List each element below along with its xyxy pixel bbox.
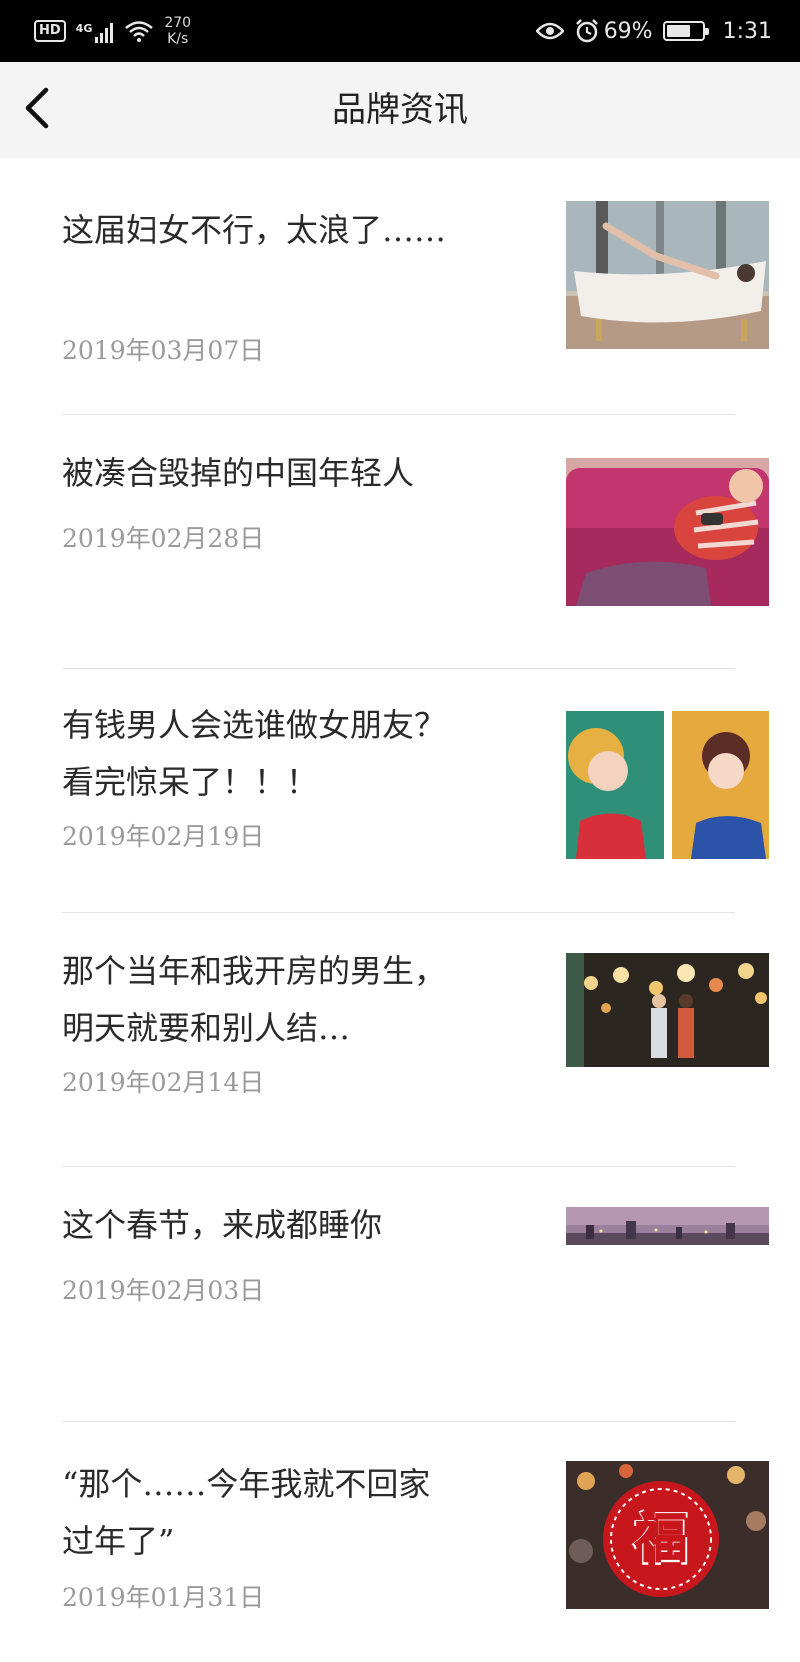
article-thumbnail [566,1207,769,1245]
two-women-illustration [566,711,769,859]
article-date: 2019年03月07日 [62,336,265,365]
list-item[interactable]: 这个春节，来成都睡你 2019年02月03日 [0,1167,800,1421]
article-title: 被凑合毁掉的中国年轻人 [62,454,415,492]
couch-illustration [566,458,769,606]
list-item[interactable]: 被凑合毁掉的中国年轻人 2019年02月28日 [0,415,800,668]
eye-icon [535,22,564,40]
article-date: 2019年02月14日 [62,1068,265,1097]
status-bar: HD 4G 270 K/s 69% 1:31 [0,0,800,62]
article-title: “那个……今年我就不回家过年了” [62,1465,431,1560]
navigation-bar: 品牌资讯 [0,62,800,158]
network-speed-unit: K/s [167,31,189,47]
article-date: 2019年02月03日 [62,1276,265,1305]
bathtub-photo [566,201,769,349]
battery-fill [666,25,691,37]
list-item[interactable]: 有钱男人会选谁做女朋友？看完惊呆了！！！ 2019年02月19日 [0,669,800,912]
article-title: 有钱男人会选谁做女朋友？看完惊呆了！！！ [62,706,447,801]
article-thumbnail [566,458,769,606]
article-thumbnail: 福 福 [566,1461,769,1609]
alarm-icon [575,19,598,43]
network-speed: 270 K/s [164,15,191,47]
article-title: 那个当年和我开房的男生，明天就要和别人结… [62,952,447,1047]
article-thumbnail [566,711,769,859]
svg-text:福: 福 [633,1506,688,1570]
signal-icon: 4G [76,19,115,43]
battery-icon [662,21,709,41]
clock: 1:31 [722,18,772,44]
article-date: 2019年02月28日 [62,524,265,553]
list-item[interactable]: “那个……今年我就不回家过年了” 2019年01月31日 福 福 [0,1422,800,1662]
fu-paper-cut-photo: 福 福 [566,1461,769,1609]
page-title: 品牌资讯 [332,90,468,130]
article-date: 2019年02月19日 [62,822,265,851]
article-thumbnail [566,953,769,1067]
status-bar-right: 69% 1:31 [535,0,772,62]
list-item[interactable]: 那个当年和我开房的男生，明天就要和别人结… 2019年02月14日 [0,913,800,1166]
hd-badge: HD [34,20,66,42]
city-skyline-photo [566,1207,769,1245]
battery-percent: 69% [603,18,653,44]
signal-bars-icon [95,23,114,43]
article-thumbnail [566,201,769,349]
lantern-couple-photo [566,953,769,1067]
article-date: 2019年01月31日 [62,1583,265,1612]
network-type-label: 4G [75,22,93,35]
list-item[interactable]: 这届妇女不行，太浪了…… 2019年03月07日 [0,158,800,414]
article-title: 这届妇女不行，太浪了…… [62,211,447,249]
article-title: 这个春节，来成都睡你 [62,1206,383,1244]
wifi-icon [125,21,154,42]
status-bar-left: HD 4G 270 K/s [34,0,191,62]
network-speed-value: 270 [164,15,192,31]
